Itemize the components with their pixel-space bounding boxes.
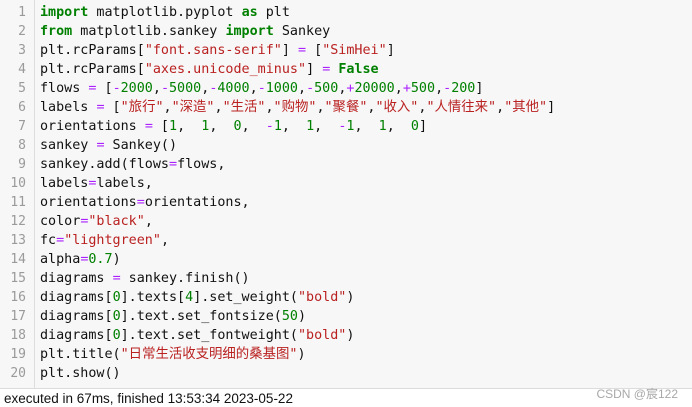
code-text: labels = ["旅行","深造","生活","购物","聚餐","收入",… (40, 100, 556, 115)
line-number: 3 (18, 43, 26, 58)
line-number: 15 (10, 271, 26, 286)
code-text: diagrams[0].text.set_fontweight("bold") (40, 328, 355, 343)
code-text: plt.title("日常生活收支明细的桑基图") (40, 347, 306, 362)
code-line[interactable]: 18 diagrams[0].text.set_fontweight("bold"… (0, 326, 692, 345)
code-text: plt.rcParams["font.sans-serif"] = ["SimH… (40, 43, 395, 58)
code-text: orientations = [1, 1, 0, -1, 1, -1, 1, 0… (40, 119, 427, 134)
code-line[interactable]: 20 plt.show() (0, 364, 692, 383)
watermark-text: CSDN @宸122 (596, 387, 678, 401)
line-number: 7 (18, 119, 26, 134)
line-number: 17 (10, 309, 26, 324)
line-number: 10 (10, 176, 26, 191)
code-line[interactable]: 5 flows = [-2000,-5000,-4000,-1000,-500,+… (0, 79, 692, 98)
code-text: alpha=0.7) (40, 252, 121, 267)
line-number: 4 (18, 62, 26, 77)
code-line[interactable]: 8 sankey = Sankey() (0, 136, 692, 155)
code-editor[interactable]: 1 import matplotlib.pyplot as plt 2 from ma… (0, 0, 692, 389)
code-text: diagrams[0].texts[4].set_weight("bold") (40, 290, 355, 305)
code-line[interactable]: 7 orientations = [1, 1, 0, -1, 1, -1, 1, … (0, 117, 692, 136)
code-text: diagrams = sankey.finish() (40, 271, 250, 286)
code-text: from matplotlib.sankey import Sankey (40, 24, 331, 39)
line-number: 2 (18, 24, 26, 39)
line-number: 1 (18, 5, 26, 20)
code-line[interactable]: 15 diagrams = sankey.finish() (0, 269, 692, 288)
line-number: 13 (10, 233, 26, 248)
line-number: 19 (10, 347, 26, 362)
code-text: fc="lightgreen", (40, 233, 169, 248)
line-number: 12 (10, 214, 26, 229)
code-text: color="black", (40, 214, 153, 229)
code-line[interactable]: 1 import matplotlib.pyplot as plt (0, 3, 692, 22)
code-text: diagrams[0].text.set_fontsize(50) (40, 309, 307, 324)
code-line[interactable]: 11 orientations=orientations, (0, 193, 692, 212)
code-text: orientations=orientations, (40, 195, 250, 210)
code-line[interactable]: 19 plt.title("日常生活收支明细的桑基图") (0, 345, 692, 364)
code-line[interactable]: 6 labels = ["旅行","深造","生活","购物","聚餐","收入"… (0, 98, 692, 117)
execution-status: executed in 67ms, finished 13:53:34 2023… (4, 391, 293, 406)
code-line[interactable]: 4 plt.rcParams["axes.unicode_minus"] = Fa… (0, 60, 692, 79)
code-line[interactable]: 16 diagrams[0].texts[4].set_weight("bold"… (0, 288, 692, 307)
code-line[interactable]: 14 alpha=0.7) (0, 250, 692, 269)
line-number: 5 (18, 81, 26, 96)
code-text: sankey = Sankey() (40, 138, 178, 153)
code-text: labels=labels, (40, 176, 153, 191)
code-text: flows = [-2000,-5000,-4000,-1000,-500,+2… (40, 81, 484, 96)
code-text: import matplotlib.pyplot as plt (40, 5, 290, 20)
line-number: 16 (10, 290, 26, 305)
code-line[interactable]: 3 plt.rcParams["font.sans-serif"] = ["Sim… (0, 41, 692, 60)
code-line[interactable]: 12 color="black", (0, 212, 692, 231)
line-number: 9 (18, 157, 26, 172)
line-number: 14 (10, 252, 26, 267)
code-text: sankey.add(flows=flows, (40, 157, 226, 172)
code-text: plt.show() (40, 366, 121, 381)
line-number: 20 (10, 366, 26, 381)
line-number: 11 (10, 195, 26, 210)
code-line[interactable]: 13 fc="lightgreen", (0, 231, 692, 250)
code-text: plt.rcParams["axes.unicode_minus"] = Fal… (40, 62, 379, 77)
line-number: 6 (18, 100, 26, 115)
code-line[interactable]: 9 sankey.add(flows=flows, (0, 155, 692, 174)
line-number: 8 (18, 138, 26, 153)
code-line[interactable]: 17 diagrams[0].text.set_fontsize(50) (0, 307, 692, 326)
code-line[interactable]: 2 from matplotlib.sankey import Sankey (0, 22, 692, 41)
line-number: 18 (10, 328, 26, 343)
code-line[interactable]: 10 labels=labels, (0, 174, 692, 193)
